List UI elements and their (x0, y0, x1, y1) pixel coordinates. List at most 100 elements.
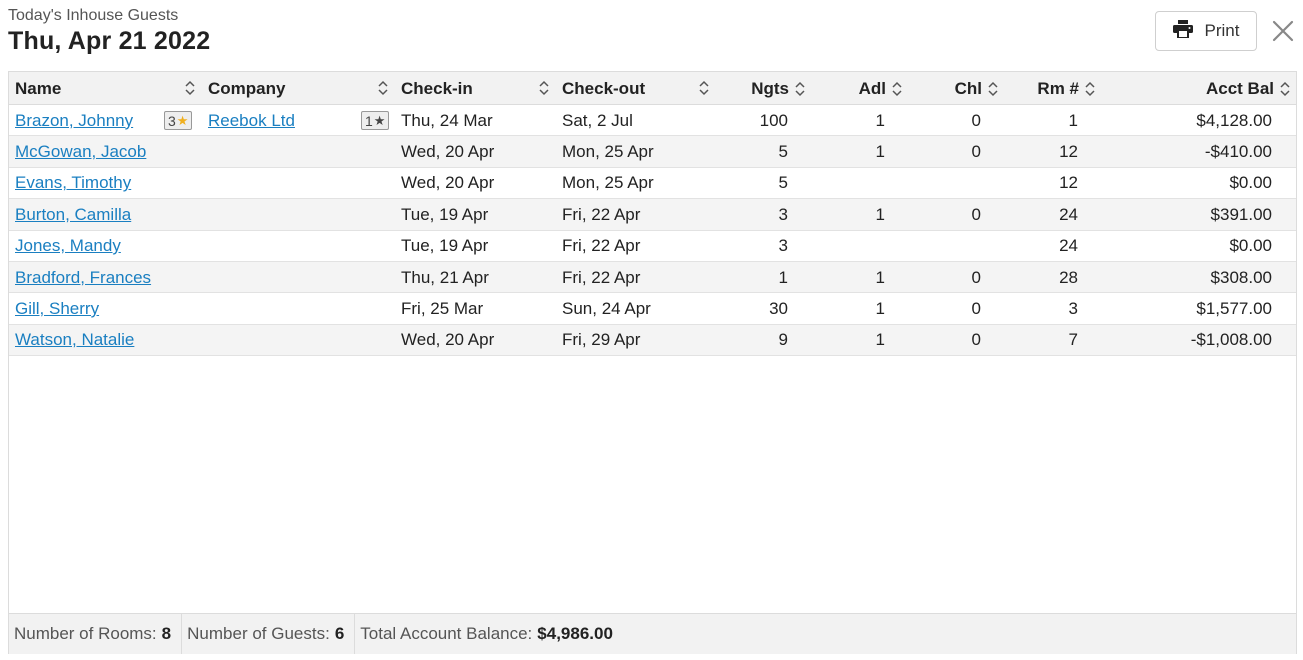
checkout-date: Fri, 22 Apr (562, 262, 712, 293)
nights-count-text: 9 (778, 330, 788, 350)
checkin-date: Wed, 20 Apr (401, 136, 551, 167)
company-name-link-text[interactable]: Reebok Ltd (208, 111, 295, 131)
company-name-link[interactable]: Reebok Ltd (208, 105, 358, 136)
adults-count: 1 (809, 262, 885, 293)
sort-icon (794, 80, 806, 98)
room-number: 3 (1003, 293, 1078, 324)
room-number-text: 24 (1059, 236, 1078, 256)
checkin-date: Thu, 24 Mar (401, 105, 551, 136)
checkin-date-text: Wed, 20 Apr (401, 330, 495, 350)
column-header-nights[interactable]: Ngts (714, 72, 806, 105)
guest-name-link-text[interactable]: Gill, Sherry (15, 299, 99, 319)
table-footer: Number of Rooms: 8 Number of Guests: 6 Tot… (9, 613, 1296, 654)
account-balance-text: $0.00 (1229, 173, 1272, 193)
company-rating-badge[interactable]: 1 ★ (361, 111, 390, 130)
footer-rooms: Number of Rooms: 8 (9, 614, 183, 654)
column-header-checkin[interactable]: Check-in (401, 72, 550, 105)
adults-count: 1 (809, 136, 885, 167)
table-row[interactable]: Gill, Sherry Fri, 25 Mar Sun, 24 Apr 30 1 0 3 $… (9, 293, 1296, 325)
nights-count: 9 (714, 325, 788, 356)
guest-name-link-text[interactable]: Jones, Mandy (15, 236, 121, 256)
room-number-text: 12 (1059, 141, 1078, 161)
print-button[interactable]: Print (1155, 11, 1257, 51)
guest-name-link[interactable]: Watson, Natalie (15, 325, 165, 356)
checkin-date-text: Fri, 25 Mar (401, 298, 484, 318)
guest-name-link-text[interactable]: Evans, Timothy (15, 173, 131, 193)
adults-count-text: 1 (875, 204, 885, 224)
guest-name-link-text[interactable]: McGowan, Jacob (15, 142, 146, 162)
room-number: 28 (1003, 262, 1078, 293)
column-header-checkout[interactable]: Check-out (562, 72, 710, 105)
column-header-name[interactable]: Name (15, 72, 196, 105)
room-number-text: 24 (1059, 204, 1078, 224)
guest-name-link[interactable]: Gill, Sherry (15, 293, 165, 324)
room-number: 1 (1003, 105, 1078, 136)
column-header-balance[interactable]: Acct Bal (1099, 72, 1291, 105)
sort-icon (1084, 80, 1096, 98)
checkout-date-text: Fri, 22 Apr (562, 236, 641, 256)
close-icon[interactable] (1270, 18, 1296, 44)
adults-count-text: 1 (875, 141, 885, 161)
page-subtitle: Today's Inhouse Guests (8, 7, 179, 24)
footer-guests: Number of Guests: 6 (182, 614, 356, 654)
nights-count: 5 (714, 136, 788, 167)
room-number: 24 (1003, 231, 1078, 262)
adults-count-text: 1 (875, 330, 885, 350)
children-count-text: 0 (971, 204, 981, 224)
guest-name-link-text[interactable]: Burton, Camilla (15, 205, 131, 225)
nights-count: 30 (714, 293, 788, 324)
guest-name-link[interactable]: Burton, Camilla (15, 199, 165, 230)
account-balance-text: $1,577.00 (1196, 298, 1272, 318)
nights-count: 3 (714, 199, 788, 230)
account-balance: -$1,008.00 (1099, 325, 1272, 356)
nights-count: 100 (714, 105, 788, 136)
checkout-date: Fri, 29 Apr (562, 325, 712, 356)
guest-name-link-text[interactable]: Bradford, Frances (15, 268, 151, 288)
checkout-date: Sat, 2 Jul (562, 105, 712, 136)
column-header-children[interactable]: Chl (907, 72, 999, 105)
footer-balance-value: $4,986.00 (537, 624, 613, 643)
account-balance-text: -$1,008.00 (1190, 330, 1272, 350)
children-count: 0 (907, 293, 981, 324)
table-row[interactable]: Watson, Natalie Wed, 20 Apr Fri, 29 Apr 9 1 0… (9, 324, 1296, 357)
adults-count (809, 231, 885, 262)
table-row[interactable]: Brazon, Johnny 3 ★ Reebok Ltd 1 ★ Thu, 24 Mar S… (9, 105, 1296, 137)
guest-rating-badge[interactable]: 3 ★ (164, 111, 193, 130)
guest-name-link[interactable]: McGowan, Jacob (15, 136, 165, 167)
room-number: 7 (1003, 325, 1078, 356)
guest-name-link[interactable]: Evans, Timothy (15, 168, 165, 199)
adults-count-text: 1 (875, 298, 885, 318)
adults-count: 1 (809, 293, 885, 324)
nights-count: 5 (714, 168, 788, 199)
checkout-date: Fri, 22 Apr (562, 231, 712, 262)
column-header-adults[interactable]: Adl (809, 72, 903, 105)
guest-name-link[interactable]: Bradford, Frances (15, 262, 165, 293)
room-number: 24 (1003, 199, 1078, 230)
account-balance: $1,577.00 (1099, 293, 1272, 324)
checkout-date-text: Fri, 22 Apr (562, 204, 641, 224)
children-count-text: 0 (971, 298, 981, 318)
guest-name-link-text[interactable]: Watson, Natalie (15, 330, 134, 350)
checkout-date: Fri, 22 Apr (562, 199, 712, 230)
nights-count-text: 100 (759, 110, 788, 130)
account-balance: $0.00 (1099, 168, 1272, 199)
room-number-text: 1 (1068, 110, 1078, 130)
account-balance-text: $0.00 (1229, 236, 1272, 256)
page-title: Thu, Apr 21 2022 (8, 27, 211, 55)
guest-name-link[interactable]: Brazon, Johnny (15, 105, 165, 136)
checkout-date: Sun, 24 Apr (562, 293, 712, 324)
table-row[interactable]: Evans, Timothy Wed, 20 Apr Mon, 25 Apr 5 12 $… (9, 167, 1296, 200)
table-header: Name Company Check-in Check-out Ngts Adl… (9, 72, 1296, 105)
column-header-company[interactable]: Company (208, 72, 389, 105)
account-balance-text: $4,128.00 (1196, 110, 1272, 130)
adults-count: 1 (809, 199, 885, 230)
table-row[interactable]: McGowan, Jacob Wed, 20 Apr Mon, 25 Apr 5 1 0 1… (9, 136, 1296, 168)
table-row[interactable]: Jones, Mandy Tue, 19 Apr Fri, 22 Apr 3 24 $0.… (9, 230, 1296, 262)
column-header-room[interactable]: Rm # (1003, 72, 1096, 105)
table-row[interactable]: Burton, Camilla Tue, 19 Apr Fri, 22 Apr 3 1 0… (9, 199, 1296, 231)
adults-count: 1 (809, 105, 885, 136)
guest-name-link[interactable]: Jones, Mandy (15, 231, 165, 262)
table-row[interactable]: Bradford, Frances Thu, 21 Apr Fri, 22 Apr 1… (9, 262, 1296, 294)
nights-count-text: 5 (778, 141, 788, 161)
guest-name-link-text[interactable]: Brazon, Johnny (15, 111, 133, 131)
